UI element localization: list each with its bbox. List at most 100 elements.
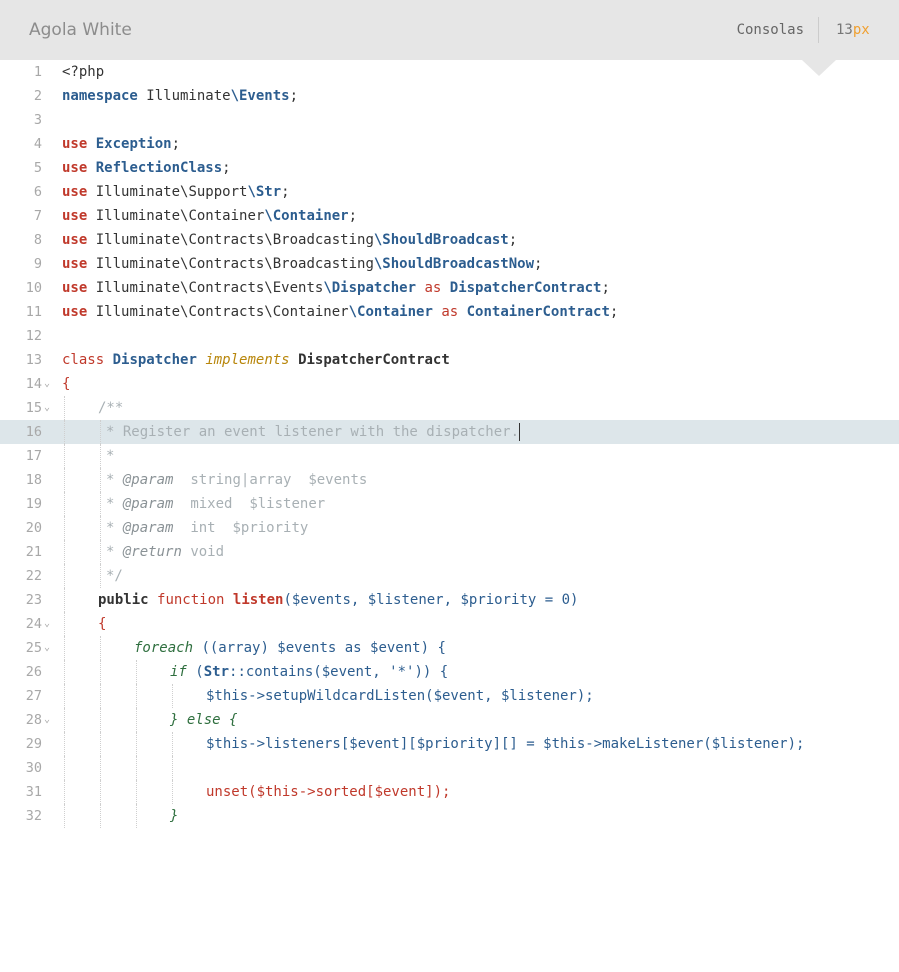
fold-chevron-icon[interactable]: ⌄ [44,636,56,660]
line-code: $this->setupWildcardListen($event, $list… [206,684,594,708]
token: string|array [190,472,292,488]
token: ; [348,208,358,224]
indent-guide [64,468,65,492]
line-number: 26 [25,664,42,680]
indent-guide [172,732,173,756]
line-code: { [98,612,106,636]
line-number: 8 [33,232,42,248]
token: ((array) $events as $event) { [193,640,446,656]
code-editor[interactable]: 1 <?php 2 namespace Illuminate\Events; 3… [0,60,899,830]
token: * [106,544,115,560]
line-number: 3 [33,112,42,128]
line-code: * @param string|array $events [106,468,367,492]
indent-guide [136,780,137,804]
indent-guide [64,444,65,468]
indent-guide [64,708,65,732]
line-number: 19 [25,496,42,512]
line-number: 27 [25,688,42,704]
font-size-selector[interactable]: 13px [836,20,870,40]
indent-guide [64,396,65,420]
indent-guide [100,540,101,564]
line-number: 32 [25,808,42,824]
top-bar: Agola White Consolas 13px [0,0,899,60]
indent-guide [64,588,65,612]
code-line: 24 ⌄ { [0,612,899,636]
code-line: 4 use Exception; [0,132,899,156]
line-number: 4 [33,136,42,152]
token: Illuminate\Contracts\Container [87,304,349,320]
token: ::contains($event, '*')) { [229,664,449,680]
code-line: 6 use Illuminate\Support\Str; [0,180,899,204]
token: Str [203,664,230,680]
token: Illuminate\Contracts\Broadcasting [87,232,374,248]
line-number: 30 [25,760,42,776]
line-number: 23 [25,592,42,608]
line-code: * @param mixed $listener [106,492,325,516]
code-line: 18 * @param string|array $events [0,468,899,492]
indent-guide [100,444,101,468]
code-line: 11 use Illuminate\Contracts\Container\Co… [0,300,899,324]
fold-chevron-icon[interactable]: ⌄ [44,708,56,732]
code-line: 1 <?php [0,60,899,84]
code-line: 25 ⌄ foreach ((array) $events as $event)… [0,636,899,660]
code-line: 32 } [0,804,899,828]
indent-guide [64,732,65,756]
indent-guide [64,612,65,636]
token: $this->listeners[$event][$priority][] = … [206,736,805,752]
line-code: class Dispatcher implements DispatcherCo… [62,348,450,372]
indent-guide [136,708,137,732]
indent-guide [100,684,101,708]
indent-guide [136,732,137,756]
token: * [106,448,115,464]
code-line: 7 use Illuminate\Container\Container; [0,204,899,228]
toolbar-divider [818,17,819,43]
indent-guide [64,540,65,564]
line-code: use ReflectionClass; [62,156,231,180]
fold-chevron-icon[interactable]: ⌄ [44,396,56,420]
line-code: * Register an event listener with the di… [106,420,521,444]
line-number: 10 [25,280,42,296]
fold-chevron-icon[interactable]: ⌄ [44,612,56,636]
token: /** [98,400,124,416]
fold-chevron-icon[interactable]: ⌄ [44,372,56,396]
token: } [170,808,179,824]
token: $events [308,472,368,488]
line-number: 31 [25,784,42,800]
line-code: use Illuminate\Contracts\Broadcasting\Sh… [62,228,517,252]
line-number: 1 [33,64,42,80]
line-code: use Exception; [62,132,180,156]
token: * Register an event listener with the di… [106,424,520,440]
indent-guide [100,636,101,660]
token: */ [106,568,123,584]
line-number: 14 [25,376,42,392]
indent-guide [64,636,65,660]
token: Illuminate\Contracts\Broadcasting [87,256,374,272]
line-number: 18 [25,472,42,488]
line-number: 11 [25,304,42,320]
token: use [62,232,88,248]
token: ReflectionClass [95,160,223,176]
line-number: 15 [25,400,42,416]
token: \Dispatcher [323,280,417,296]
token: use [62,184,88,200]
code-line: 3 [0,108,899,132]
code-line: 28 ⌄ } else { [0,708,899,732]
line-code: * @param int $priority [106,516,308,540]
indent-guide [136,804,137,828]
line-code: use Illuminate\Contracts\Broadcasting\Sh… [62,252,542,276]
code-line: 30 [0,756,899,780]
line-number: 7 [33,208,42,224]
token: ; [609,304,619,320]
token: listen [232,592,284,608]
font-name-selector[interactable]: Consolas [737,20,804,40]
indent-guide [100,660,101,684]
line-number: 2 [33,88,42,104]
font-size-unit: px [852,22,870,38]
line-code: { [62,372,70,396]
token: * [106,520,115,536]
indent-guide [136,756,137,780]
token: use [62,256,88,272]
code-line: 8 use Illuminate\Contracts\Broadcasting\… [0,228,899,252]
code-line: 26 if (Str::contains($event, '*')) { [0,660,899,684]
token: $this->setupWildcardListen($event, $list… [206,688,594,704]
